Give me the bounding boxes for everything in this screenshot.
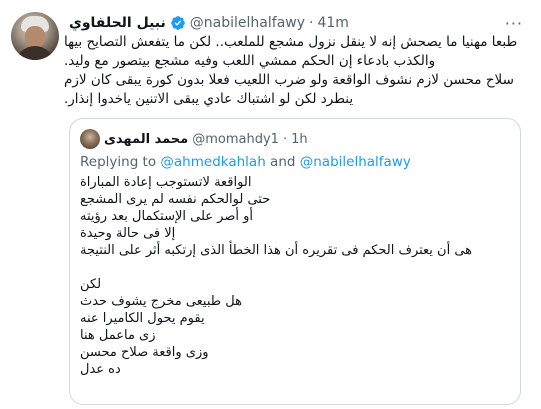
- more-horizontal-icon[interactable]: ···: [505, 14, 523, 33]
- author-handle[interactable]: @nabilelhalfawy: [190, 15, 305, 31]
- quoted-text-line: أو أصر على الإستكمال بعد رؤيته: [80, 209, 253, 224]
- quoted-tweet-header: محمد المهدى @momahdy1 · 1h: [80, 129, 308, 149]
- tweet-text-line: والكذب بادعاء إن الحكم ممشي اللعب وفيه م…: [64, 53, 436, 69]
- quoted-author-handle: @momahdy1: [192, 131, 279, 147]
- author-name[interactable]: نبيل الحلفاوي: [69, 15, 166, 31]
- quoted-author-avatar: [80, 129, 100, 149]
- quoted-text-line: زى ماعمل هنا: [80, 328, 156, 343]
- author-avatar[interactable]: [11, 12, 59, 60]
- replying-to-and: and: [265, 154, 300, 170]
- quoted-tweet-text: الواقعة لاتستوجب إعادة المباراة حتى لوال…: [80, 174, 510, 378]
- tweet-text: طبعا مهنيا ما يصحش إنه لا ينقل نزول مشجع…: [64, 33, 528, 109]
- quoted-text-line: وزى واقعة صلاح محسن: [80, 345, 209, 360]
- separator-dot: ·: [282, 131, 288, 147]
- quoted-author-name: محمد المهدى: [104, 131, 189, 147]
- quoted-text-line: هى أن يعترف الحكم فى تقريره أن هذا الخطأ…: [80, 243, 473, 258]
- separator-dot: ·: [309, 15, 314, 31]
- tweet-text-line: سلاح محسن لازم نشوف الواقعة ولو ضرب اللع…: [64, 72, 514, 88]
- tweet-header: نبيل الحلفاوي @nabilelhalfawy · 41m: [69, 13, 349, 33]
- quoted-text-line: إلا فى حالة وحيدة: [80, 226, 176, 241]
- tweet-text-line: طبعا مهنيا ما يصحش إنه لا ينقل نزول مشجع…: [64, 34, 518, 50]
- quoted-text-line: حتى لوالحكم نفسه لم يرى المشجع: [80, 192, 271, 207]
- replying-to-label: Replying to: [80, 154, 161, 170]
- mention-link[interactable]: @nabilelhalfawy: [300, 154, 411, 170]
- tweet-text-line: ينطرد لكن لو اشتباك عادي يبقى الاتنين يا…: [64, 91, 354, 107]
- quoted-text-line: الواقعة لاتستوجب إعادة المباراة: [80, 175, 252, 190]
- quoted-text-line: لكن: [80, 277, 102, 292]
- quoted-text-line: ده عدل: [80, 362, 121, 377]
- tweet-timestamp[interactable]: 41m: [317, 15, 348, 31]
- replying-to: Replying to @ahmedkahlah and @nabilelhal…: [80, 154, 411, 170]
- verified-badge-icon: [170, 15, 186, 31]
- quoted-tweet-card[interactable]: محمد المهدى @momahdy1 · 1h Replying to @…: [69, 118, 521, 405]
- quoted-text-line: يقوم يحول الكاميرا عنه: [80, 311, 205, 326]
- quoted-text-line: هل طبيعى مخرج يشوف حدث: [80, 294, 242, 309]
- quoted-tweet-timestamp: 1h: [291, 131, 308, 147]
- tweet[interactable]: نبيل الحلفاوي @nabilelhalfawy · 41m ··· …: [0, 0, 541, 409]
- quoted-text-line: [80, 259, 510, 276]
- mention-link[interactable]: @ahmedkahlah: [160, 154, 265, 170]
